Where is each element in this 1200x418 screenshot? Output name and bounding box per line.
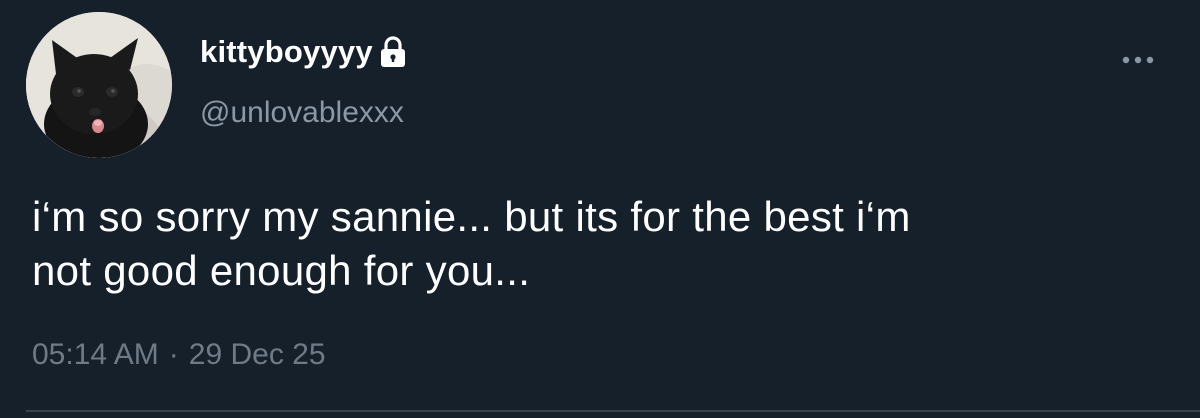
tweet: kittyboyyyy @unlovablexxx i‘m so sorry m… bbox=[0, 0, 1200, 418]
tweet-date[interactable]: 29 Dec 25 bbox=[189, 338, 326, 372]
tweet-text-line: i‘m so sorry my sannie... but its for th… bbox=[32, 193, 911, 240]
tweet-time[interactable]: 05:14 AM bbox=[32, 338, 159, 372]
tweet-text: i‘m so sorry my sannie... but its for th… bbox=[32, 190, 1172, 298]
avatar[interactable] bbox=[26, 12, 172, 158]
tweet-timestamp: 05:14 AM · 29 Dec 25 bbox=[32, 338, 326, 372]
divider bbox=[26, 410, 1200, 412]
meta-separator: · bbox=[168, 338, 179, 371]
display-name[interactable]: kittyboyyyy bbox=[200, 34, 373, 70]
more-horizontal-icon[interactable] bbox=[1116, 48, 1160, 72]
black-kitten-avatar bbox=[26, 12, 172, 158]
author-name-row: kittyboyyyy bbox=[200, 30, 407, 74]
author-handle[interactable]: @unlovablexxx bbox=[200, 96, 404, 130]
lock-icon bbox=[379, 36, 407, 68]
tweet-text-line: not good enough for you... bbox=[32, 247, 531, 294]
